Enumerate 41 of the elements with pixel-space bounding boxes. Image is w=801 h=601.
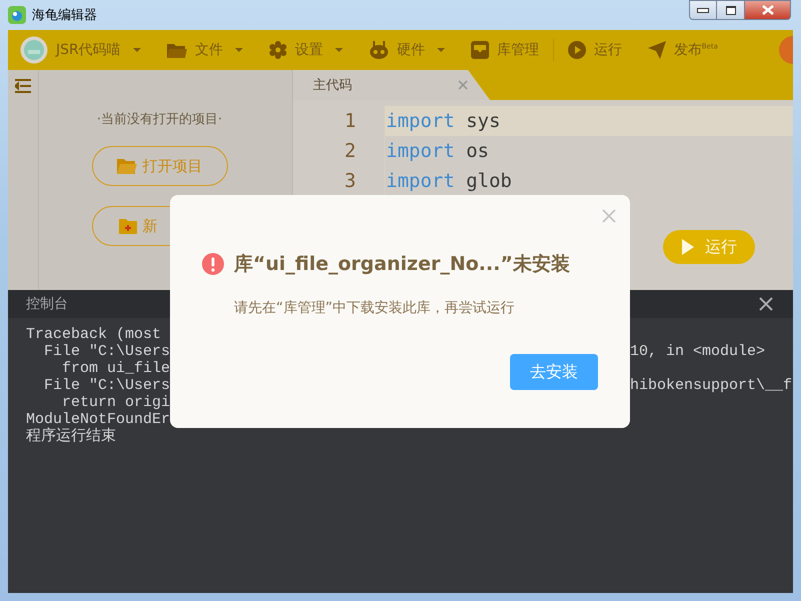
dialog-message: 请先在“库管理”中下载安装此库，再尝试运行 — [233, 299, 516, 317]
window-title: 海龟编辑器 — [32, 7, 97, 24]
toolbar-item[interactable]: JSR代码喵 — [20, 36, 141, 64]
line-number: 2 — [293, 136, 385, 166]
toolbar-item[interactable]: 运行 — [568, 41, 622, 59]
console-title: 控制台 — [26, 295, 68, 313]
toolbar-item[interactable]: 文件 — [166, 41, 243, 59]
play-icon — [681, 238, 695, 256]
collapse-menu-icon[interactable] — [15, 79, 31, 93]
console-output-line: hibokensupport\__f — [630, 377, 792, 394]
project-button[interactable]: 打开项目 — [92, 146, 228, 186]
editor-tab[interactable]: 主代码 — [293, 70, 490, 100]
inbox-icon — [470, 41, 489, 59]
toolbar-item[interactable]: 库管理 — [470, 41, 539, 59]
folder-icon — [116, 158, 136, 174]
toolbar-item[interactable]: 设置 — [268, 41, 343, 59]
console-output-line: Traceback (most — [26, 326, 162, 343]
gear-icon — [268, 41, 287, 59]
close-button[interactable] — [745, 0, 791, 20]
dialog-title: 库“ui_file_organizer_No...”未安装 — [234, 252, 570, 277]
paper-plane-icon — [648, 41, 666, 59]
toolbar-item[interactable]: 发布$^{Beta}$ — [648, 41, 718, 59]
error-icon — [202, 253, 224, 275]
toolbar-item[interactable]: 硬件 — [368, 41, 445, 59]
code-line: import os — [385, 139, 490, 164]
maximize-button[interactable] — [717, 0, 745, 20]
run-button[interactable]: 运行 — [663, 230, 755, 264]
turtle-app-icon — [8, 6, 26, 24]
code-line: import glob — [385, 169, 513, 194]
avatar-icon — [20, 36, 48, 64]
minimize-button[interactable] — [689, 0, 717, 20]
empty-project-message: ·当前没有打开的项目· — [96, 111, 222, 128]
play-icon — [568, 41, 586, 59]
close-icon — [762, 5, 774, 15]
install-button[interactable]: 去安装 — [510, 354, 598, 390]
close-icon[interactable] — [759, 297, 773, 311]
new-folder-icon — [118, 218, 136, 234]
console-output-line: 10, in <module> — [630, 343, 766, 360]
folder-icon — [166, 42, 187, 58]
robot-icon — [368, 41, 389, 59]
console-output-line: 程序运行结束 — [26, 428, 117, 445]
